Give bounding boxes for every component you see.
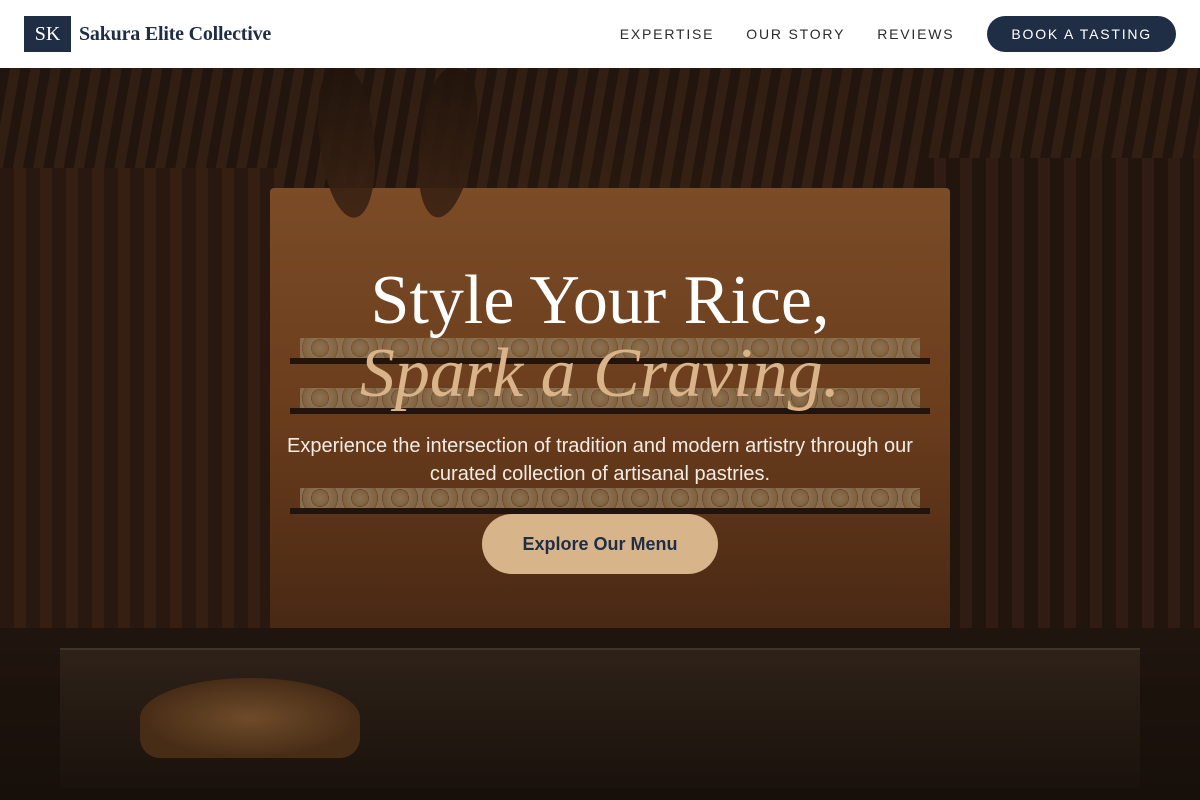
explore-menu-button[interactable]: Explore Our Menu bbox=[482, 514, 718, 574]
hero-section: Style Your Rice, Spark a Craving. Experi… bbox=[0, 68, 1200, 800]
site-header: SK Sakura Elite Collective EXPERTISE OUR… bbox=[0, 0, 1200, 68]
hero-headline: Style Your Rice, Spark a Craving. bbox=[0, 264, 1200, 410]
hero-headline-main: Style Your Rice, bbox=[370, 262, 830, 339]
hero-headline-accent: Spark a Craving. bbox=[359, 335, 841, 412]
book-tasting-button[interactable]: BOOK A TASTING bbox=[987, 16, 1176, 52]
brand-logo[interactable]: SK Sakura Elite Collective bbox=[24, 16, 271, 52]
brand-name: Sakura Elite Collective bbox=[79, 22, 272, 45]
hero-subtext: Experience the intersection of tradition… bbox=[287, 435, 913, 485]
logo-mark: SK bbox=[24, 16, 71, 52]
nav-link-expertise[interactable]: EXPERTISE bbox=[620, 26, 715, 42]
main-nav: EXPERTISE OUR STORY REVIEWS BOOK A TASTI… bbox=[620, 16, 1176, 52]
hero-content: Style Your Rice, Spark a Craving. Experi… bbox=[0, 264, 1200, 574]
nav-link-our-story[interactable]: OUR STORY bbox=[746, 26, 845, 42]
nav-link-reviews[interactable]: REVIEWS bbox=[877, 26, 954, 42]
